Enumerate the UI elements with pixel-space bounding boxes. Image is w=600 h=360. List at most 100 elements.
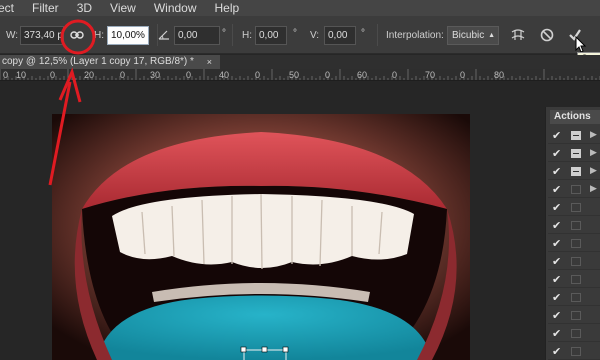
dialog-toggle-icon[interactable] <box>571 221 581 230</box>
divider <box>377 24 378 46</box>
action-row[interactable]: ✔ <box>548 253 600 270</box>
vertical-skew-label: V: <box>310 30 320 41</box>
check-icon[interactable]: ✔ <box>552 201 561 214</box>
actions-panel-tab[interactable]: Actions <box>550 110 600 124</box>
dialog-toggle-icon[interactable] <box>571 239 581 248</box>
ruler-label: 40 <box>219 70 230 80</box>
menu-bar: ect Filter 3D View Window Help <box>0 0 600 16</box>
dialog-toggle-icon[interactable] <box>571 185 581 194</box>
check-icon[interactable]: ✔ <box>552 165 561 178</box>
ruler-label: 70 <box>425 70 436 80</box>
photoshop-window: ect Filter 3D View Window Help W: 373,40… <box>0 0 600 360</box>
document-tab-title: copy @ 12,5% (Layer 1 copy 17, RGB/8*) * <box>2 56 194 67</box>
check-icon[interactable]: ✔ <box>552 327 561 340</box>
action-row[interactable]: ✔ <box>548 343 600 360</box>
width-label: W: <box>6 30 19 41</box>
angle-unit: ° <box>222 28 226 39</box>
menu-window[interactable]: Window <box>145 0 206 16</box>
check-icon[interactable]: ✔ <box>552 255 561 268</box>
ruler-label: 50 <box>289 70 300 80</box>
ruler-label: 0 <box>120 70 126 80</box>
action-row[interactable]: ✔ ▶ <box>548 127 600 144</box>
ruler-label: 0 <box>186 70 192 80</box>
action-row[interactable]: ✔ ▶ <box>548 181 600 198</box>
check-icon[interactable]: ✔ <box>552 273 561 286</box>
check-icon[interactable]: ✔ <box>552 345 561 358</box>
height-field[interactable]: 10,00% <box>107 26 149 45</box>
close-icon[interactable]: × <box>207 55 212 69</box>
ruler-label: 0 <box>325 70 331 80</box>
dialog-toggle-icon[interactable] <box>571 329 581 338</box>
check-icon[interactable]: ✔ <box>552 183 561 196</box>
mouth-photo <box>52 114 470 360</box>
ruler-label: 20 <box>84 70 95 80</box>
ruler-label: 0 <box>3 70 9 80</box>
ruler-label: 10 <box>16 70 27 80</box>
vertical-skew-unit: ° <box>361 28 365 39</box>
interpolation-label: Interpolation: <box>386 30 444 41</box>
interpolation-value: Bicubic <box>452 30 485 41</box>
link-icon[interactable] <box>67 25 87 45</box>
expand-arrow-icon[interactable]: ▶ <box>590 147 597 158</box>
menu-help[interactable]: Help <box>206 0 249 16</box>
divider <box>232 24 233 46</box>
ruler-label: 0 <box>392 70 398 80</box>
expand-arrow-icon[interactable]: ▶ <box>590 183 597 194</box>
check-icon[interactable]: ✔ <box>552 237 561 250</box>
action-row[interactable]: ✔ <box>548 235 600 252</box>
dialog-toggle-icon[interactable] <box>571 347 581 356</box>
action-row[interactable]: ✔ ▶ <box>548 163 600 180</box>
options-bar: W: 373,40 p H: 10,00% 0,00 ° H: 0,00 ° V… <box>0 16 600 54</box>
menu-select[interactable]: ect <box>0 0 23 16</box>
angle-field[interactable]: 0,00 <box>174 26 220 45</box>
check-icon[interactable]: ✔ <box>552 309 561 322</box>
action-row[interactable]: ✔ ▶ <box>548 145 600 162</box>
warp-icon[interactable] <box>508 25 528 45</box>
interpolation-select[interactable]: Bicubic ▲︎ <box>447 26 499 45</box>
ruler-label: 0 <box>50 70 56 80</box>
ruler-label: 0 <box>255 70 261 80</box>
action-row[interactable]: ✔ <box>548 289 600 306</box>
action-row[interactable]: ✔ <box>548 307 600 324</box>
action-row[interactable]: ✔ <box>548 199 600 216</box>
width-field[interactable]: 373,40 p <box>20 26 64 45</box>
horizontal-skew-label: H: <box>242 30 252 41</box>
menu-3d[interactable]: 3D <box>68 0 101 16</box>
ruler-label: 60 <box>357 70 368 80</box>
ruler-label: 80 <box>494 70 505 80</box>
document-tab[interactable]: copy @ 12,5% (Layer 1 copy 17, RGB/8*) *… <box>0 55 220 69</box>
dialog-toggle-icon[interactable] <box>571 167 581 176</box>
horizontal-skew-unit: ° <box>293 28 297 39</box>
dropdown-arrow-icon: ▲︎ <box>488 32 495 39</box>
dialog-toggle-icon[interactable] <box>571 311 581 320</box>
cancel-transform-icon[interactable] <box>537 25 557 45</box>
check-icon[interactable]: ✔ <box>552 129 561 142</box>
expand-arrow-icon[interactable]: ▶ <box>590 165 597 176</box>
angle-icon <box>154 25 174 45</box>
action-row[interactable]: ✔ <box>548 217 600 234</box>
canvas-workspace[interactable] <box>0 82 545 360</box>
document-image[interactable] <box>52 114 470 360</box>
menu-view[interactable]: View <box>101 0 145 16</box>
menu-filter[interactable]: Filter <box>23 0 68 16</box>
action-row[interactable]: ✔ <box>548 271 600 288</box>
check-icon[interactable]: ✔ <box>552 147 561 160</box>
dialog-toggle-icon[interactable] <box>571 149 581 158</box>
ruler-label: 0 <box>460 70 466 80</box>
check-icon[interactable]: ✔ <box>552 219 561 232</box>
action-row[interactable]: ✔ <box>548 325 600 342</box>
check-icon[interactable]: ✔ <box>552 291 561 304</box>
dialog-toggle-icon[interactable] <box>571 203 581 212</box>
ruler-label: 30 <box>150 70 161 80</box>
actions-panel: Actions ✔ ▶ ✔ ▶ ✔ ▶ ✔ ▶ ✔ ✔ ✔ ✔ ✔ ✔ ✔ ✔ ✔ <box>545 107 600 360</box>
dialog-toggle-icon[interactable] <box>571 275 581 284</box>
horizontal-ruler: 0 10 0 20 0 30 0 40 0 50 0 60 0 70 0 80 <box>0 69 600 81</box>
horizontal-skew-field[interactable]: 0,00 <box>255 26 287 45</box>
height-label: H: <box>94 30 104 41</box>
dialog-toggle-icon[interactable] <box>571 131 581 140</box>
document-tab-bar: copy @ 12,5% (Layer 1 copy 17, RGB/8*) *… <box>0 55 600 69</box>
expand-arrow-icon[interactable]: ▶ <box>590 129 597 140</box>
vertical-skew-field[interactable]: 0,00 <box>324 26 356 45</box>
dialog-toggle-icon[interactable] <box>571 257 581 266</box>
dialog-toggle-icon[interactable] <box>571 293 581 302</box>
